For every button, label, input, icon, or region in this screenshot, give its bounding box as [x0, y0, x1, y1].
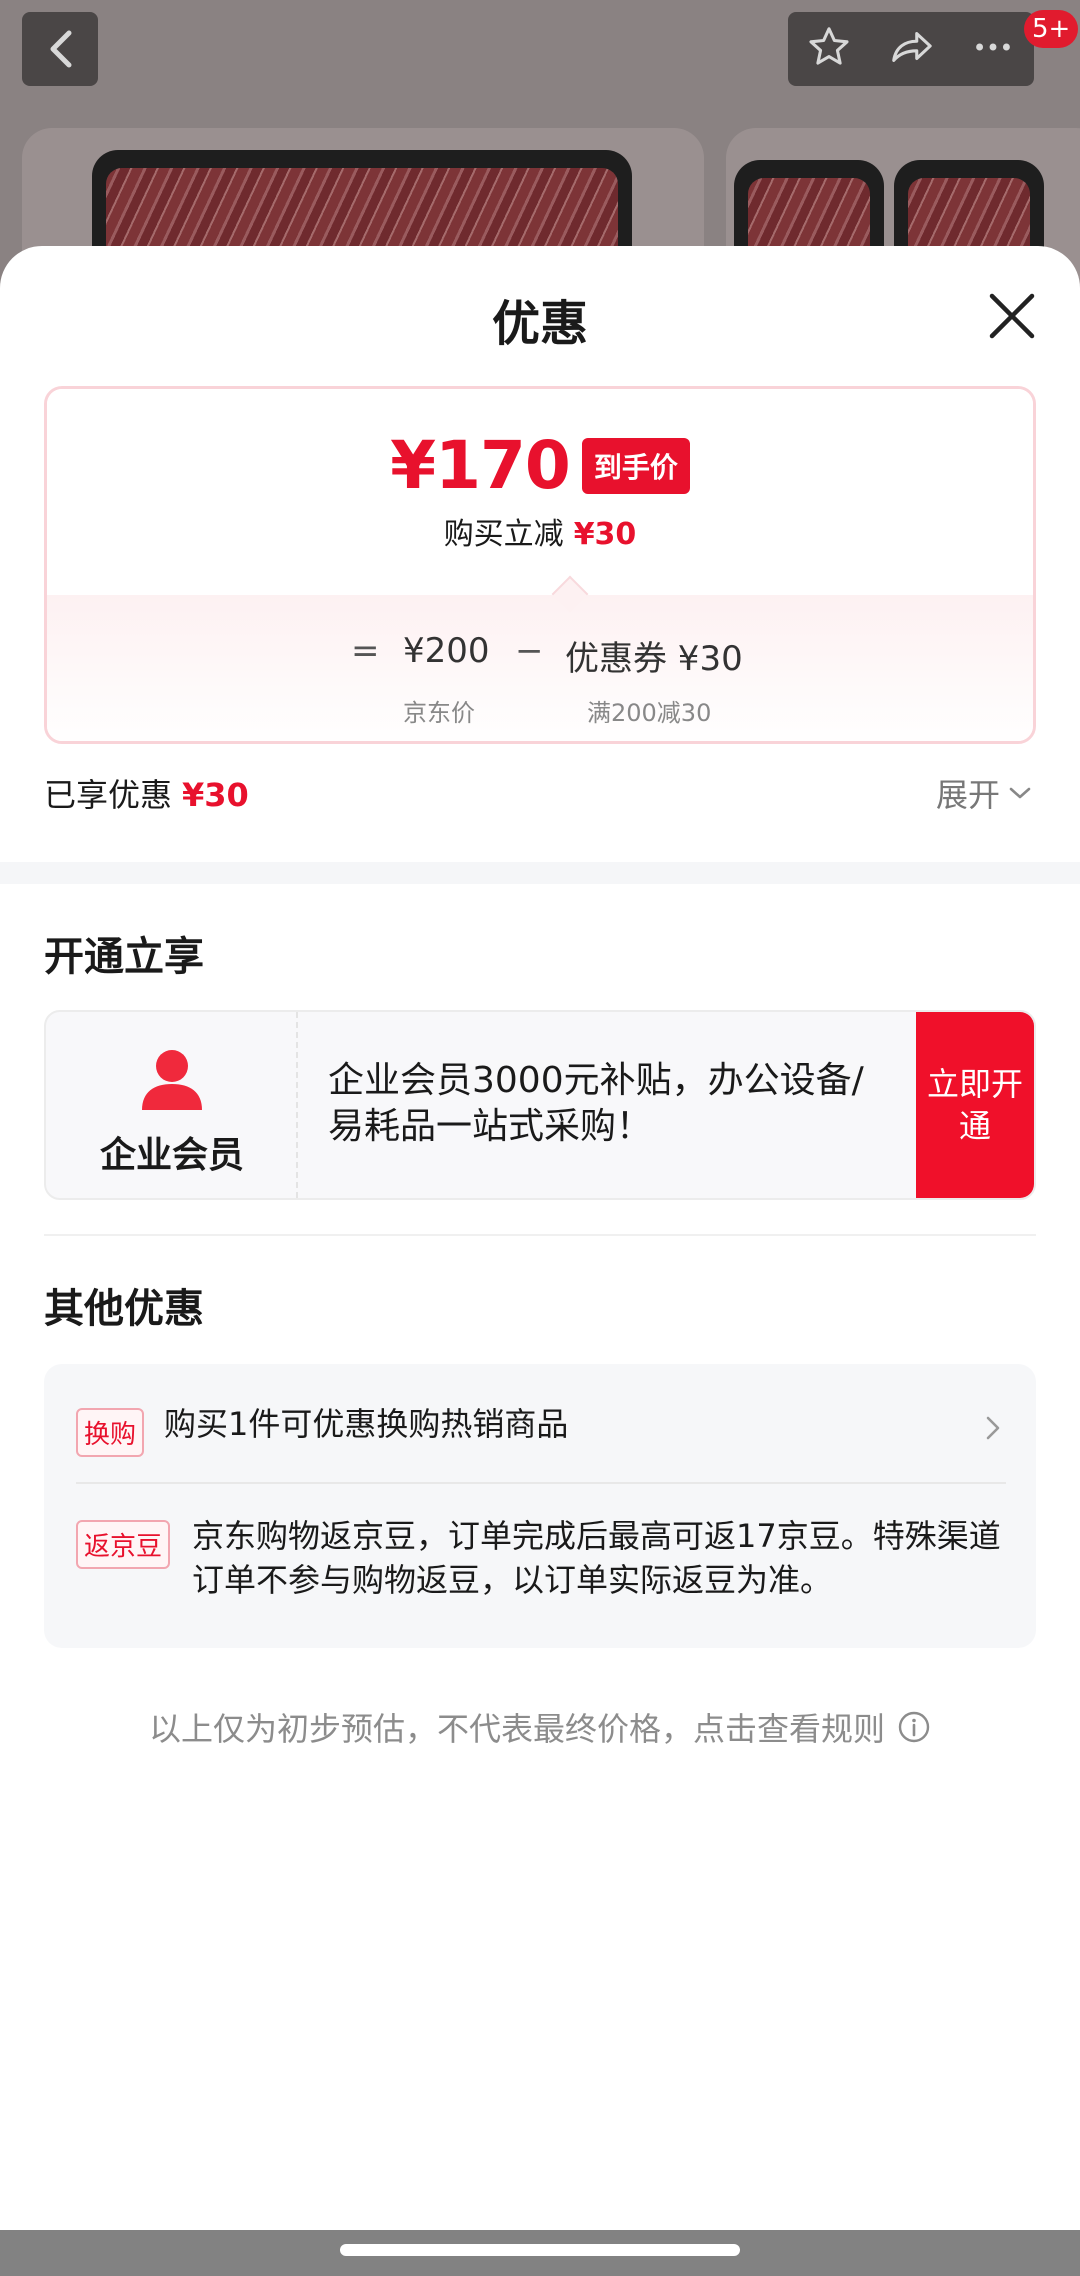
close-icon — [989, 293, 1035, 339]
chevron-down-icon — [1009, 787, 1031, 799]
favorite-button[interactable] — [806, 24, 852, 74]
rules-disclaimer[interactable]: 以上仅为初步预估，不代表最终价格，点击查看规则 — [0, 1704, 1080, 1750]
instant-discount-label: 购买立减 — [443, 517, 564, 552]
coupon-amount: 优惠券 ¥30 — [565, 639, 743, 679]
expand-button[interactable]: 展开 — [936, 770, 1032, 816]
open-member-button[interactable]: 立即开通 — [916, 1012, 1034, 1198]
formula-equals: = — [351, 631, 380, 671]
offer-tag-jingdou: 返京豆 — [76, 1520, 171, 1569]
section-separator — [0, 862, 1080, 884]
enjoyed-value: ¥30 — [182, 776, 249, 814]
star-icon — [809, 27, 849, 65]
info-icon — [898, 1711, 930, 1743]
more-button[interactable] — [970, 24, 1016, 74]
final-price: ¥170 — [390, 427, 571, 504]
back-icon — [50, 30, 72, 68]
jd-price: ¥200 — [403, 631, 490, 671]
offer-exchange-text[interactable]: 购买1件可优惠换购热销商品 — [164, 1402, 568, 1446]
expand-label: 展开 — [936, 776, 1001, 814]
nav-actions — [788, 12, 1034, 86]
instant-discount-value: ¥30 — [573, 517, 637, 552]
price-formula: = ¥200 − 优惠券 ¥30 京东价 满200减30 — [47, 595, 1033, 741]
formula-minus: − — [515, 631, 544, 671]
other-offers-card: 换购 购买1件可优惠换购热销商品 返京豆 京东购物返京豆，订单完成后最高可返17… — [44, 1364, 1036, 1648]
open-section-title: 开通立享 — [44, 934, 204, 980]
offer-tag-exchange: 换购 — [76, 1408, 145, 1457]
instant-discount: 购买立减 ¥30 — [47, 509, 1033, 553]
enjoyed-discount: 已享优惠 ¥30 — [44, 770, 249, 816]
member-name: 企业会员 — [99, 1135, 244, 1176]
enterprise-member-card[interactable]: 企业会员 企业会员3000元补贴，办公设备/易耗品一站式采购！ 立即开通 — [44, 1010, 1036, 1200]
home-indicator[interactable] — [340, 2244, 740, 2256]
member-description: 企业会员3000元补贴，办公设备/易耗品一站式采购！ — [328, 1060, 864, 1147]
chevron-right-icon[interactable] — [984, 1414, 1002, 1442]
price-breakdown-card: ¥170 到手价 购买立减 ¥30 = ¥200 − 优惠券 ¥30 京东价 满2… — [44, 386, 1036, 744]
disclaimer-text: 以上仅为初步预估，不代表最终价格，点击查看规则 — [148, 1710, 885, 1748]
close-button[interactable] — [984, 288, 1040, 344]
share-icon — [892, 32, 932, 62]
offer-jingdou-text: 京东购物返京豆，订单完成后最高可返17京豆。特殊渠道订单不参与购物返豆，以订单实… — [192, 1517, 1001, 1599]
share-button[interactable] — [887, 24, 935, 74]
person-icon — [142, 1050, 202, 1110]
message-count-badge: 5+ — [1024, 10, 1079, 48]
member-badge: 企业会员 — [46, 1012, 298, 1198]
more-icon — [976, 43, 1011, 51]
discount-sheet: 优惠 ¥170 到手价 购买立减 ¥30 = ¥200 − 优惠券 ¥30 京东价… — [0, 246, 1080, 2230]
offer-divider — [76, 1482, 1006, 1484]
divider — [44, 1234, 1036, 1236]
sheet-title: 优惠 — [491, 296, 588, 352]
other-section-title: 其他优惠 — [44, 1286, 204, 1332]
back-button[interactable] — [22, 12, 98, 86]
coupon-condition: 满200减30 — [587, 699, 712, 727]
enjoyed-label: 已享优惠 — [44, 776, 173, 814]
price-summary: ¥170 到手价 购买立减 ¥30 — [47, 389, 1033, 595]
jd-price-label: 京东价 — [403, 699, 475, 727]
home-indicator-area — [0, 2230, 1080, 2276]
final-price-tag: 到手价 — [581, 437, 690, 494]
